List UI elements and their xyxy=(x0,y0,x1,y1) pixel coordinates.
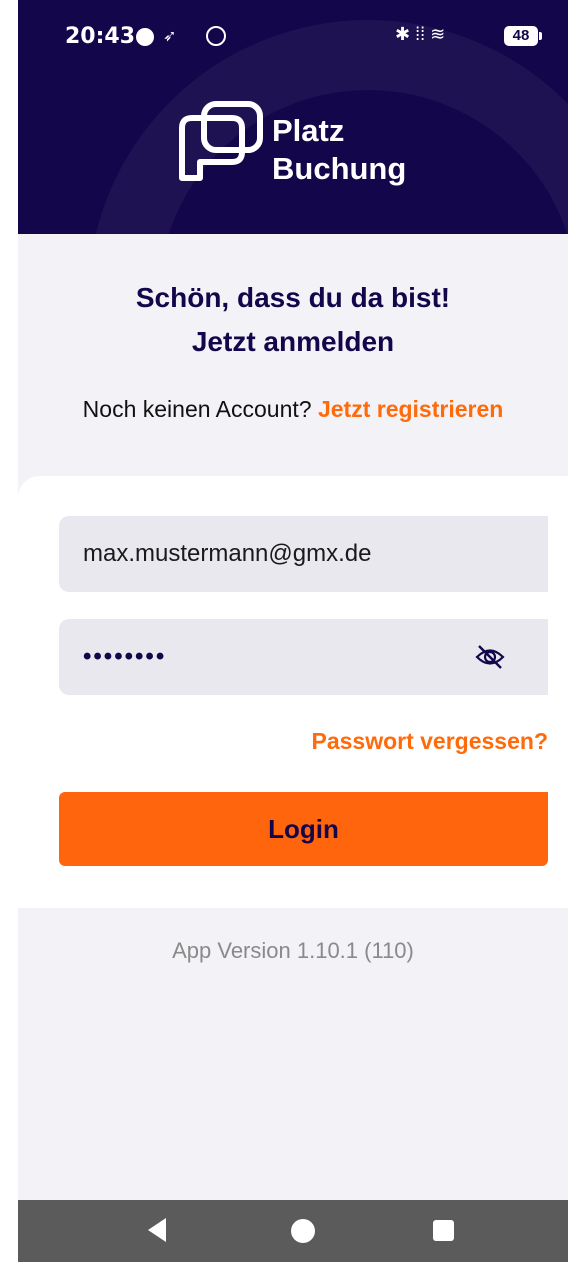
signal-icon: ⁞⁞ xyxy=(415,24,426,44)
welcome-subtitle: Jetzt anmelden xyxy=(191,326,395,357)
bluetooth-icon: ✱ xyxy=(395,24,411,44)
app-header: 20:43 ➶ ✱ ⁞⁞ ≋ 48 Platz Buchung xyxy=(18,0,568,234)
register-line: Noch keinen Account? Jetzt registrieren xyxy=(18,396,568,423)
welcome-title: Schön, dass du da bist! xyxy=(135,282,451,313)
login-button[interactable]: Login xyxy=(59,792,548,866)
login-screen: 20:43 ➶ ✱ ⁞⁞ ≋ 48 Platz Buchung Schön, d… xyxy=(18,0,568,1262)
notification-badge-icon xyxy=(206,26,226,46)
register-prompt: Noch keinen Account? xyxy=(82,396,312,422)
status-time: 20:43 xyxy=(65,24,136,49)
brand-line-2: Buchung xyxy=(272,151,407,186)
battery-tip xyxy=(539,32,542,40)
app-version: App Version 1.10.1 (110) xyxy=(172,938,414,963)
forgot-password-link[interactable]: Passwort vergessen? xyxy=(311,728,548,755)
status-bar: 20:43 ➶ ✱ ⁞⁞ ≋ 48 xyxy=(18,0,568,80)
brand-line-1: Platz xyxy=(272,113,345,148)
register-link[interactable]: Jetzt registrieren xyxy=(318,396,503,422)
email-field[interactable]: max.mustermann@gmx.de xyxy=(59,516,548,592)
battery-icon: 48 xyxy=(504,26,538,46)
notification-dot-icon xyxy=(136,28,154,46)
login-card: max.mustermann@gmx.de •••••••• Passwort … xyxy=(18,476,568,908)
wifi-icon: ≋ xyxy=(430,24,446,44)
home-icon[interactable] xyxy=(291,1219,315,1243)
system-nav-bar xyxy=(18,1200,568,1262)
back-icon[interactable] xyxy=(148,1218,166,1242)
connectivity-icons: ✱ ⁞⁞ ≋ xyxy=(395,24,445,45)
eye-off-icon[interactable] xyxy=(473,640,507,674)
notification-icon: ➶ xyxy=(163,28,177,45)
platzbuchung-logo-icon xyxy=(179,101,263,181)
recents-icon[interactable] xyxy=(433,1220,454,1241)
brand-name: Platz Buchung xyxy=(272,112,406,188)
